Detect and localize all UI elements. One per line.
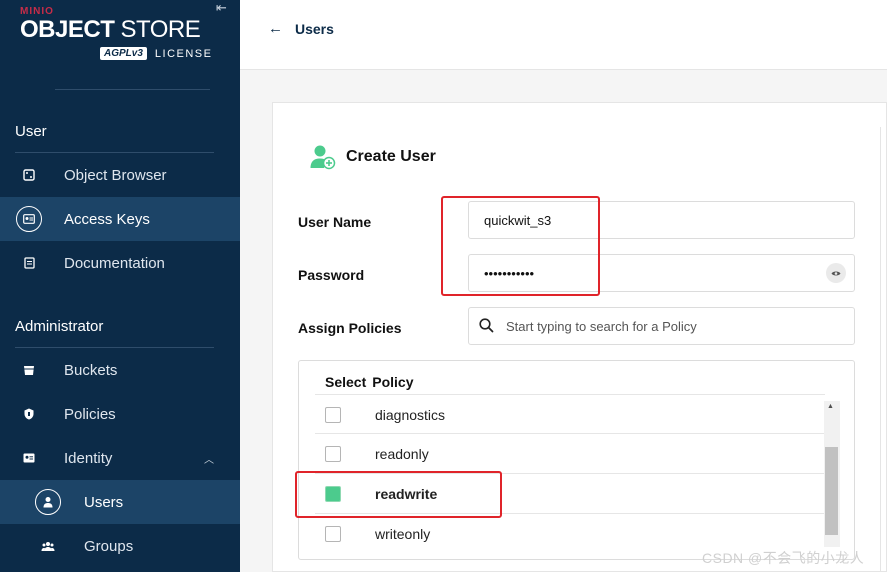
groups-icon	[35, 533, 61, 559]
policy-name: readonly	[375, 445, 429, 462]
sidebar-item-label: Buckets	[64, 361, 118, 379]
license-text: LICENSE	[154, 47, 213, 60]
page-title: Create User	[346, 148, 436, 165]
sidebar-item-label: Access Keys	[64, 210, 150, 228]
sidebar-item-label: Documentation	[64, 254, 165, 272]
section-title-user: User	[15, 123, 47, 140]
col-select: Select	[325, 374, 367, 390]
back-link[interactable]: ← Users	[268, 20, 334, 37]
assign-policies-label: Assign Policies	[298, 320, 402, 336]
scrollbar-thumb[interactable]	[825, 447, 838, 535]
policy-name: diagnostics	[375, 406, 446, 423]
brand-license: AGPLv3 LICENSE	[100, 47, 212, 60]
brand-product-bold: OBJECT	[20, 16, 115, 43]
brand-product-thin: STORE	[120, 16, 201, 43]
table-row[interactable]: diagnostics	[315, 394, 825, 434]
identity-icon	[16, 445, 42, 471]
policy-checkbox[interactable]	[325, 445, 341, 462]
buckets-icon	[16, 357, 42, 383]
highlight-readwrite-box	[295, 471, 502, 518]
user-icon	[35, 489, 61, 515]
back-label: Users	[295, 20, 334, 37]
scroll-up-icon[interactable]: ▲	[827, 403, 834, 410]
arrow-left-icon: ←	[268, 20, 283, 37]
sidebar-item-label: Object Browser	[64, 166, 167, 184]
documentation-icon	[16, 250, 42, 276]
policy-checkbox[interactable]	[325, 525, 341, 542]
sidebar-item-label: Groups	[84, 537, 134, 555]
side-panel-edge	[880, 127, 887, 572]
table-row[interactable]: readonly	[315, 433, 825, 473]
access-keys-icon	[16, 206, 42, 232]
sidebar-item-label: Policies	[64, 405, 116, 423]
object-browser-icon	[16, 162, 42, 188]
sidebar: MINIO OBJECT STORE AGPLv3 LICENSE ⇤ User…	[0, 0, 240, 572]
card-title: Create User	[310, 144, 436, 170]
table-row[interactable]: writeonly	[315, 513, 825, 553]
policies-icon	[16, 401, 42, 427]
sidebar-item-users[interactable]: Users	[0, 480, 240, 524]
policy-table: Select Policy diagnostics readonly readwr…	[298, 360, 855, 560]
brand-product: OBJECT STORE	[20, 18, 212, 42]
sidebar-item-documentation[interactable]: Documentation	[0, 241, 240, 285]
brand-logo: MINIO OBJECT STORE AGPLv3 LICENSE	[20, 6, 212, 60]
collapse-sidebar-icon[interactable]: ⇤	[216, 0, 227, 16]
policy-search-input[interactable]: Start typing to search for a Policy	[468, 307, 855, 345]
sidebar-divider	[55, 89, 210, 90]
sidebar-item-label: Users	[84, 493, 124, 511]
table-scrollbar[interactable]: ▲	[824, 401, 840, 547]
highlight-credentials-box	[441, 196, 600, 296]
page-header: ← Users	[240, 0, 887, 70]
sidebar-item-access-keys[interactable]: Access Keys	[0, 197, 240, 241]
section-title-administrator: Administrator	[15, 318, 104, 335]
sidebar-item-groups[interactable]: Groups	[0, 524, 240, 568]
sidebar-item-label: Identity	[64, 449, 113, 467]
col-policy: Policy	[372, 374, 414, 390]
chevron-up-icon[interactable]: ︿	[204, 451, 214, 466]
user-add-icon	[310, 144, 336, 170]
sidebar-item-identity[interactable]: Identity ︿	[0, 436, 240, 480]
policy-name: writeonly	[375, 525, 431, 542]
search-icon	[479, 318, 494, 336]
eye-icon[interactable]	[826, 263, 846, 283]
sidebar-item-object-browser[interactable]: Object Browser	[0, 153, 240, 197]
username-label: User Name	[298, 214, 372, 230]
watermark: CSDN @不会飞的小龙人	[702, 550, 865, 566]
sidebar-item-policies[interactable]: Policies	[0, 392, 240, 436]
sidebar-item-buckets[interactable]: Buckets	[0, 348, 240, 392]
policy-table-header: Select Policy	[325, 374, 414, 390]
search-placeholder: Start typing to search for a Policy	[506, 318, 697, 334]
password-label: Password	[298, 267, 365, 283]
agpl-badge: AGPLv3	[100, 47, 147, 60]
policy-checkbox[interactable]	[325, 406, 341, 423]
